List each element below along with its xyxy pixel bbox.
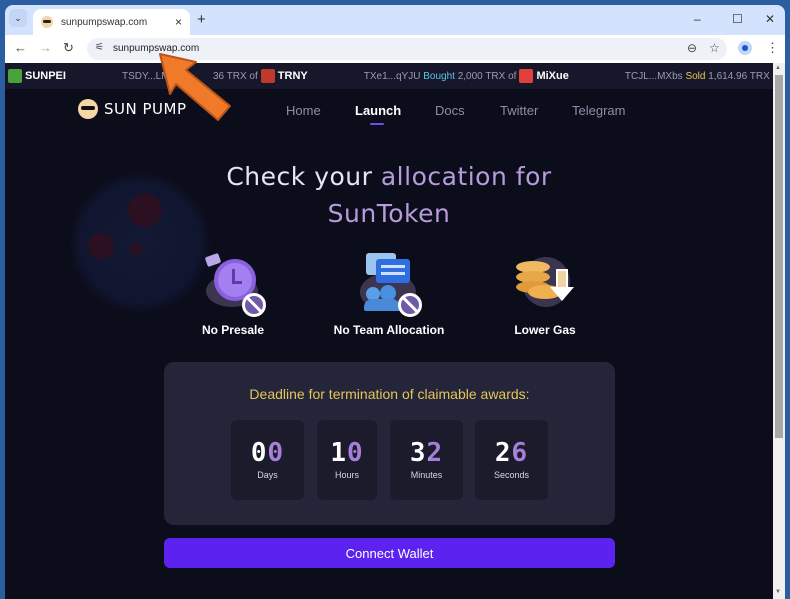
nav-launch[interactable]: Launch — [355, 103, 401, 118]
alarm-clock-banned-icon — [198, 252, 268, 317]
tab-search-button[interactable]: ⌄ — [9, 9, 27, 27]
sun-pump-logo-icon — [78, 99, 98, 119]
ticker-item[interactable]: TCJL...MXbs Sold 1,614.96 TRX of TRIG — [625, 69, 773, 83]
profile-avatar-icon[interactable] — [738, 41, 752, 55]
active-nav-indicator — [370, 123, 384, 125]
reload-button[interactable]: ↻ — [63, 40, 74, 56]
sunpump-favicon-icon — [41, 16, 53, 28]
close-window-button[interactable]: ✕ — [765, 12, 775, 26]
tab-title: sunpumpswap.com — [61, 16, 148, 28]
back-button[interactable]: ← — [14, 40, 27, 55]
web-page: SUNPEI TSDY...LMYJ S 36 TRX of TRNY TXe1… — [5, 63, 773, 599]
scrollbar-thumb[interactable] — [775, 75, 783, 438]
browser-window: ⌄ sunpumpswap.com × + – ☐ ✕ ← → ↻ ⚟ sunp… — [5, 5, 785, 599]
page-scrollbar[interactable]: ▲ ▼ — [773, 63, 785, 599]
team-chat-banned-icon — [354, 253, 424, 317]
countdown-days: 00 Days — [231, 420, 304, 500]
feature-lower-gas: Lower Gas — [475, 253, 615, 337]
token-sunpei-icon — [8, 69, 22, 83]
deadline-heading: Deadline for termination of claimable aw… — [249, 386, 530, 402]
coins-down-arrow-icon — [510, 253, 580, 317]
bookmark-star-icon[interactable]: ☆ — [709, 41, 720, 55]
browser-tab[interactable]: sunpumpswap.com × — [33, 9, 190, 35]
browser-toolbar: ← → ↻ ⚟ sunpumpswap.com ⊖ ☆ ⋮ — [5, 35, 785, 63]
countdown-seconds: 26 Seconds — [475, 420, 548, 500]
scroll-up-arrow-icon[interactable]: ▲ — [775, 65, 781, 71]
feature-no-team-allocation: No Team Allocation — [319, 253, 459, 337]
forward-button[interactable]: → — [39, 40, 52, 55]
site-info-icon[interactable]: ⚟ — [95, 42, 104, 53]
zoom-icon[interactable]: ⊖ — [687, 41, 697, 55]
countdown-panel: Deadline for termination of claimable aw… — [164, 362, 615, 525]
orange-pointer-arrow-icon — [159, 53, 231, 121]
connect-wallet-button[interactable]: Connect Wallet — [164, 538, 615, 568]
nav-docs[interactable]: Docs — [435, 103, 465, 118]
countdown-minutes: 32 Minutes — [390, 420, 463, 500]
chevron-down-icon: ⌄ — [14, 12, 22, 23]
minimize-button[interactable]: – — [694, 12, 701, 26]
hero-title: Check your allocation for SunToken — [226, 162, 552, 228]
nav-telegram[interactable]: Telegram — [572, 103, 625, 118]
browser-menu-icon[interactable]: ⋮ — [766, 40, 779, 56]
scroll-down-arrow-icon[interactable]: ▼ — [775, 589, 781, 595]
tab-close-icon[interactable]: × — [175, 15, 182, 29]
maximize-button[interactable]: ☐ — [732, 12, 743, 26]
trade-ticker: SUNPEI TSDY...LMYJ S 36 TRX of TRNY TXe1… — [5, 63, 773, 89]
site-header: SUN PUMP Home Launch Docs Twitter Telegr… — [5, 89, 773, 133]
tab-strip: ⌄ sunpumpswap.com × + – ☐ ✕ — [5, 5, 785, 35]
token-trny-icon — [260, 69, 275, 83]
nav-home[interactable]: Home — [286, 103, 321, 118]
nav-twitter[interactable]: Twitter — [500, 103, 538, 118]
countdown-hours: 10 Hours — [317, 420, 377, 500]
ticker-item[interactable]: SUNPEI — [5, 69, 66, 83]
ticker-item[interactable]: TXe1...qYJU Bought 2,000 TRX of MiXue — [364, 69, 569, 83]
token-mixue-icon — [519, 69, 534, 83]
feature-no-presale: No Presale — [163, 252, 303, 337]
new-tab-button[interactable]: + — [197, 11, 206, 28]
